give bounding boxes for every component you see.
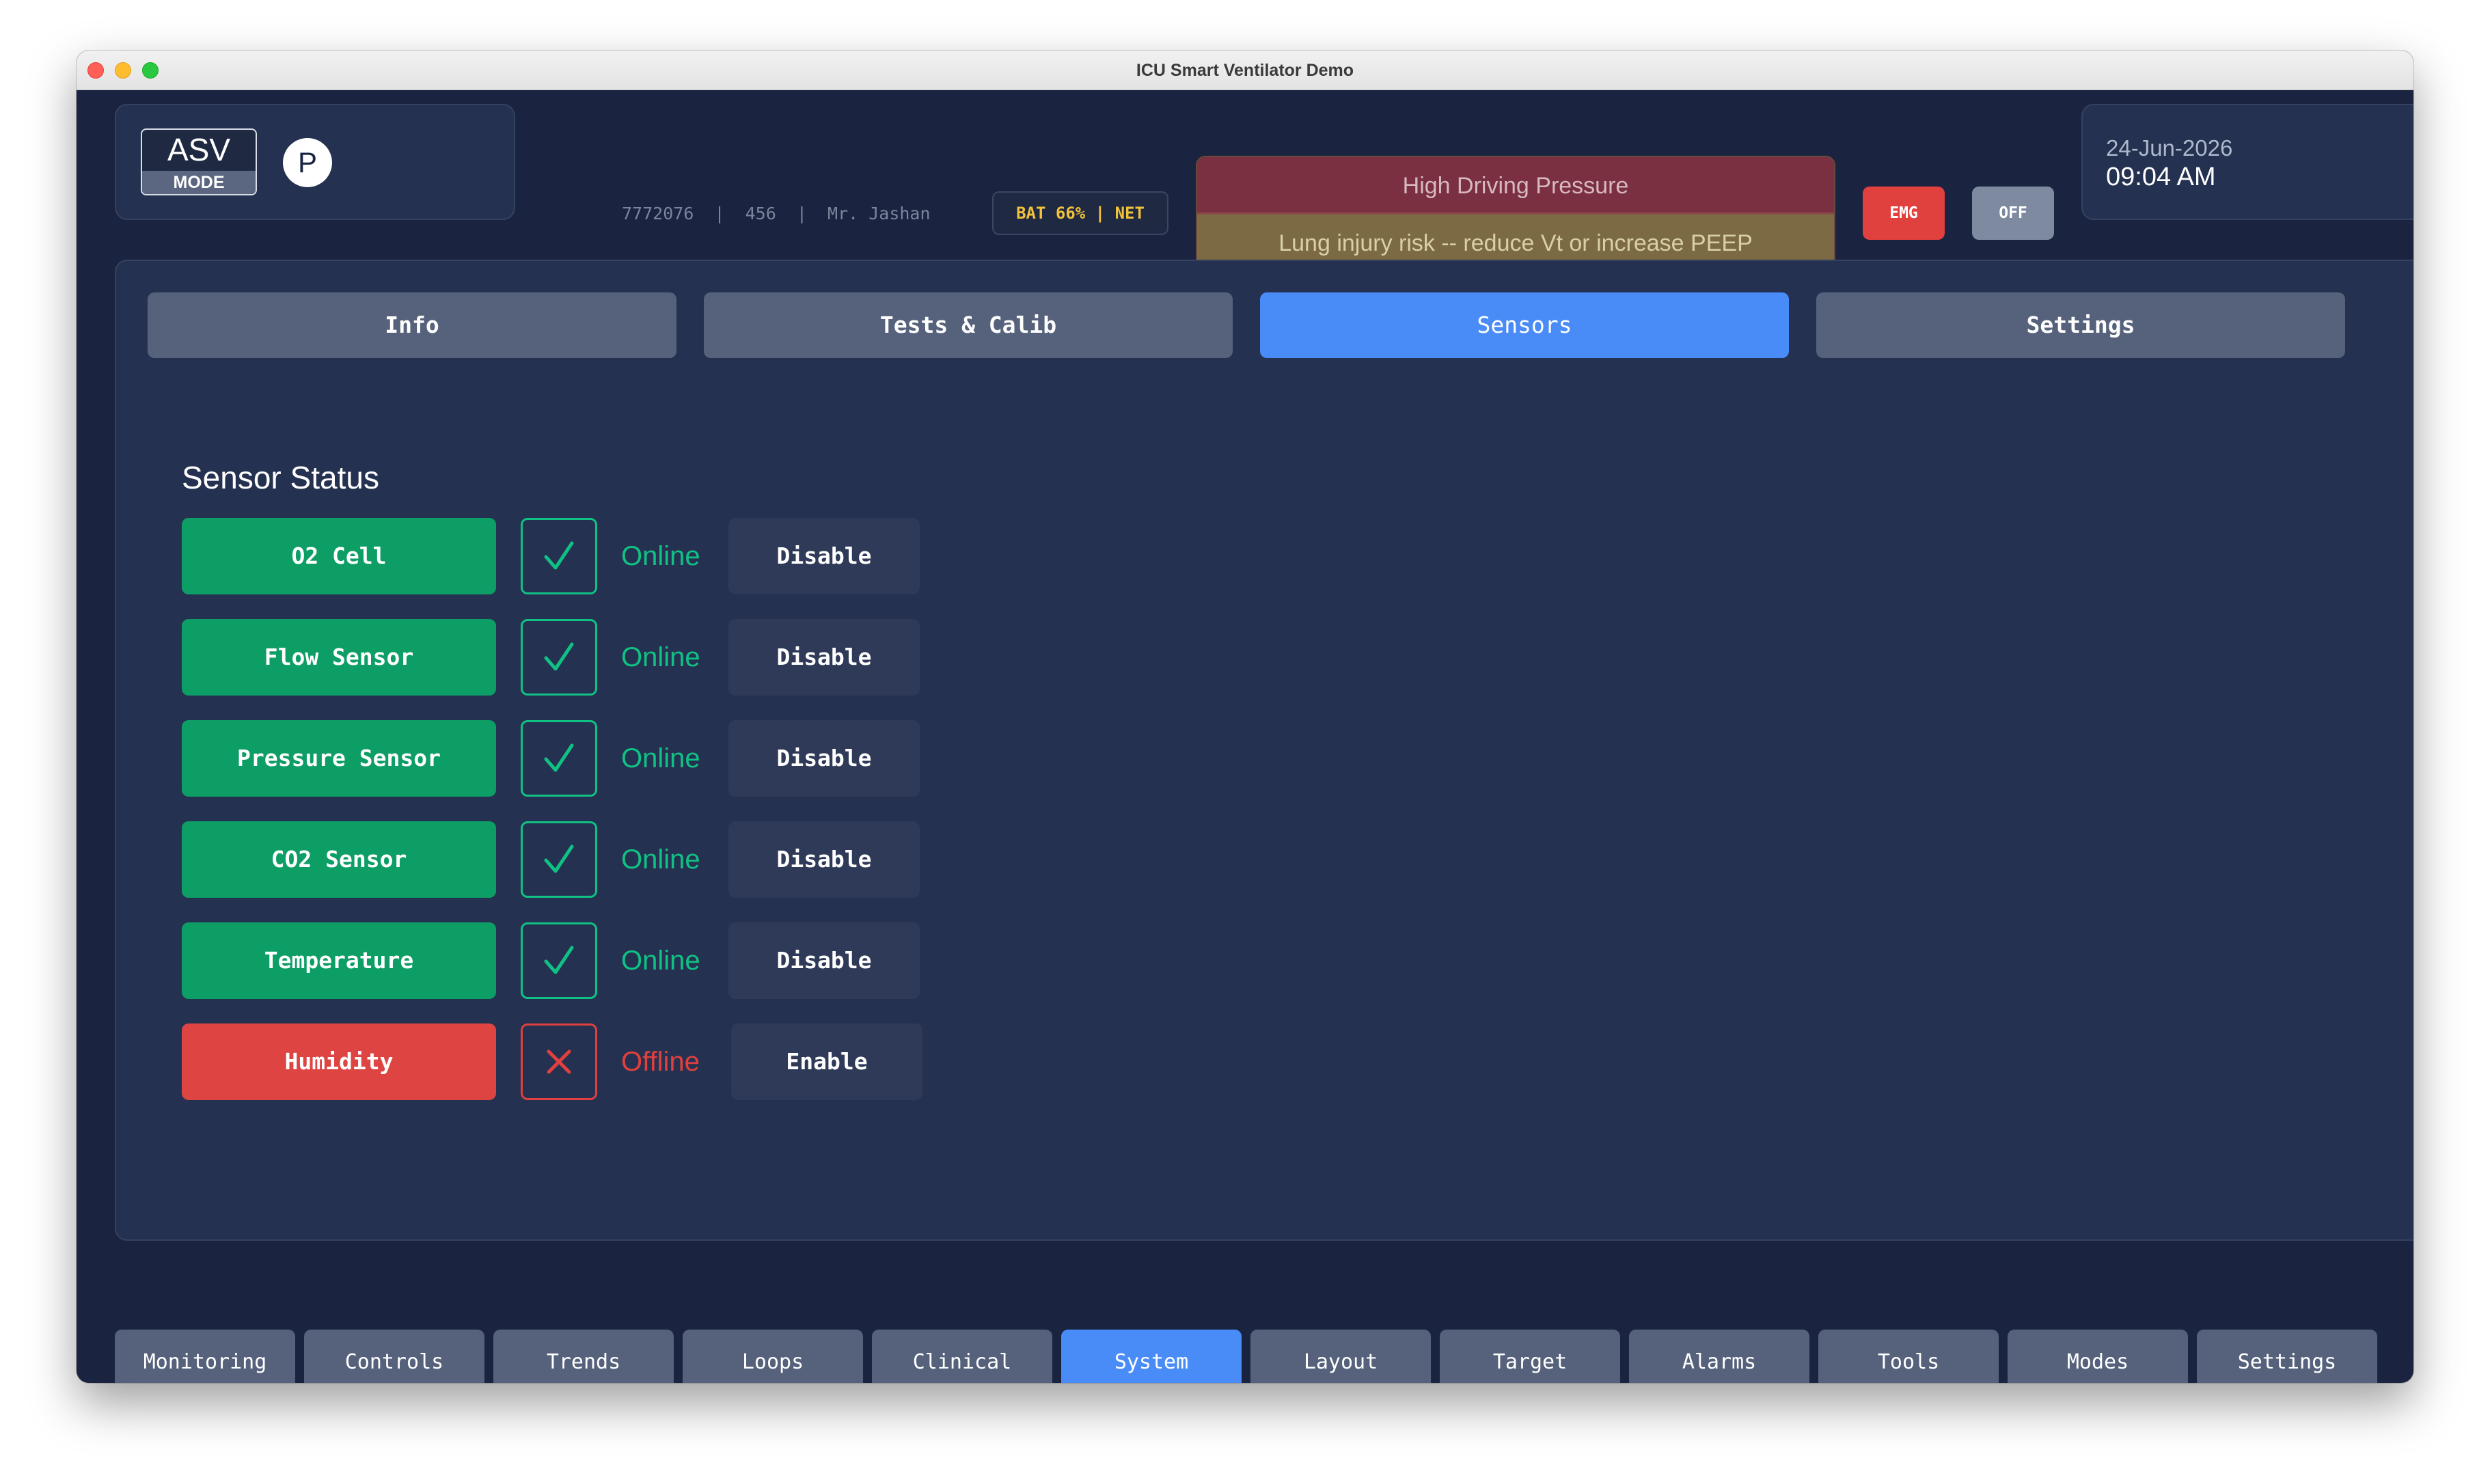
nav-loops[interactable]: Loops	[683, 1330, 863, 1383]
sensor-row-temperature: Temperature Online Disable	[182, 922, 920, 999]
tab-sensors[interactable]: Sensors	[1260, 292, 1789, 358]
mode-label: MODE	[142, 171, 256, 194]
nav-system[interactable]: System	[1061, 1330, 1242, 1383]
off-button[interactable]: OFF	[1972, 187, 2054, 240]
disable-button[interactable]: Disable	[728, 619, 920, 696]
nav-target[interactable]: Target	[1440, 1330, 1620, 1383]
check-icon	[521, 720, 597, 797]
disable-button[interactable]: Disable	[728, 720, 920, 797]
nav-tools[interactable]: Tools	[1818, 1330, 1999, 1383]
sensor-row-pressure-sensor: Pressure Sensor Online Disable	[182, 720, 920, 797]
current-time: 09:04 AM	[2106, 163, 2216, 191]
disable-button[interactable]: Disable	[728, 821, 920, 898]
title-bar: ICU Smart Ventilator Demo	[77, 51, 2413, 90]
mode-badge[interactable]: ASV MODE	[141, 128, 257, 195]
check-icon	[521, 922, 597, 999]
check-icon	[521, 821, 597, 898]
sensor-row-o2-cell: O2 Cell Online Disable	[182, 518, 920, 594]
nav-modes[interactable]: Modes	[2008, 1330, 2188, 1383]
sensor-row-flow-sensor: Flow Sensor Online Disable	[182, 619, 920, 696]
sensor-name[interactable]: Flow Sensor	[182, 619, 496, 696]
window-title: ICU Smart Ventilator Demo	[1136, 61, 1354, 80]
nav-monitoring[interactable]: Monitoring	[115, 1330, 295, 1383]
sensor-name[interactable]: Temperature	[182, 922, 496, 999]
nav-controls[interactable]: Controls	[304, 1330, 484, 1383]
datetime-card: 24-Jun-2026 09:04 AM	[2081, 104, 2413, 220]
nav-trends[interactable]: Trends	[493, 1330, 674, 1383]
profile-badge[interactable]: P	[283, 138, 332, 187]
nav-clinical[interactable]: Clinical	[872, 1330, 1052, 1383]
check-icon	[521, 619, 597, 696]
sensor-name[interactable]: Humidity	[182, 1023, 496, 1100]
disable-button[interactable]: Disable	[728, 922, 920, 999]
emergency-button[interactable]: EMG	[1863, 187, 1945, 240]
tab-settings[interactable]: Settings	[1816, 292, 2345, 358]
close-icon	[521, 1023, 597, 1100]
mode-name: ASV	[167, 132, 231, 167]
sensor-status: Online	[621, 844, 700, 875]
alarm-title: High Driving Pressure	[1197, 157, 1834, 215]
tab-info[interactable]: Info	[148, 292, 676, 358]
tab-tests-calib[interactable]: Tests & Calib	[704, 292, 1233, 358]
alarm-banner[interactable]: High Driving Pressure Lung injury risk -…	[1196, 156, 1835, 271]
battery-network-status: BAT 66% | NET	[992, 191, 1168, 235]
patient-info: 7772076 | 456 | Mr. Jashan	[622, 204, 931, 223]
nav-layout[interactable]: Layout	[1250, 1330, 1431, 1383]
nav-settings[interactable]: Settings	[2197, 1330, 2377, 1383]
sensor-name[interactable]: Pressure Sensor	[182, 720, 496, 797]
enable-button[interactable]: Enable	[731, 1023, 922, 1100]
section-title: Sensor Status	[182, 460, 379, 495]
app-window: ICU Smart Ventilator Demo ASV MODE P 777…	[77, 51, 2413, 1383]
current-date: 24-Jun-2026	[2106, 135, 2233, 161]
mode-card: ASV MODE P	[115, 104, 515, 220]
sensor-name[interactable]: O2 Cell	[182, 518, 496, 594]
sensor-status: Online	[621, 946, 700, 976]
system-panel: Info Tests & Calib Sensors Settings Sens…	[115, 260, 2413, 1241]
check-icon	[521, 518, 597, 594]
sensor-status: Online	[621, 541, 700, 571]
sensor-status: Offline	[621, 1047, 700, 1077]
disable-button[interactable]: Disable	[728, 518, 920, 594]
sensor-name[interactable]: CO2 Sensor	[182, 821, 496, 898]
sensor-status: Online	[621, 743, 700, 773]
sensor-row-humidity: Humidity Offline Enable	[182, 1023, 922, 1100]
sensor-status: Online	[621, 642, 700, 672]
nav-alarms[interactable]: Alarms	[1629, 1330, 1809, 1383]
sensor-row-co2-sensor: CO2 Sensor Online Disable	[182, 821, 920, 898]
